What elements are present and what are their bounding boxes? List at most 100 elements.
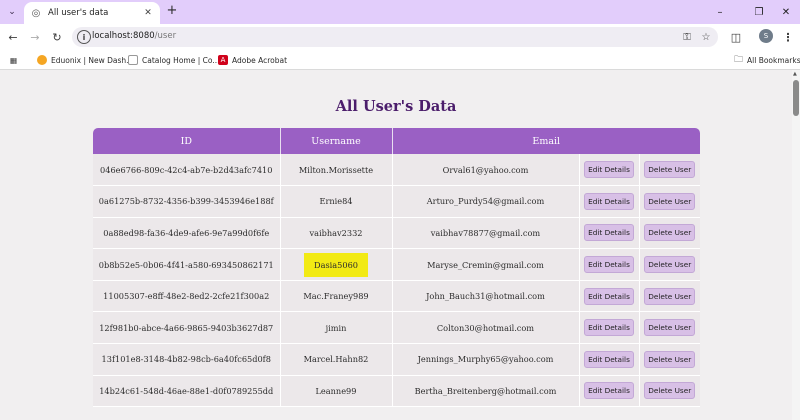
profile-avatar[interactable]: S — [759, 29, 773, 43]
cell-delete: Delete User — [639, 248, 701, 281]
table-row: 12f981b0-abce-4a66-9865-9403b3627d87 jimi… — [93, 311, 701, 345]
cell-username: jimin — [280, 311, 393, 345]
users-table: ID Username Email 046e6766-809c-42c4-ab7… — [93, 128, 701, 408]
table-header-row: ID Username Email — [93, 128, 701, 154]
cell-id: 0b8b52e5-0b06-4f41-a580-693450862171 — [93, 248, 281, 281]
cell-email: Colton30@hotmail.com — [392, 311, 580, 345]
cell-username: Milton.Morissette — [280, 154, 393, 187]
table-row: 14b24c61-548d-46ae-88e1-d0f0789255dd Lean… — [93, 375, 701, 408]
table-row: 13f101e8-3148-4b82-98cb-6a40fc65d0f8 Marc… — [93, 343, 701, 376]
new-tab-icon[interactable]: + — [164, 4, 180, 20]
cell-edit: Edit Details — [579, 154, 640, 187]
page-title: All User's Data — [335, 98, 457, 115]
cell-email: Jennings_Murphy65@yahoo.com — [392, 343, 580, 376]
back-icon[interactable]: ← — [4, 28, 22, 46]
reload-icon[interactable]: ↻ — [48, 28, 66, 46]
cell-edit: Edit Details — [579, 185, 640, 218]
edit-details-button[interactable]: Edit Details — [584, 382, 634, 400]
edit-details-button[interactable]: Edit Details — [584, 350, 634, 368]
bookmark-catalog[interactable]: Catalog Home | Co... — [128, 53, 219, 67]
page-content: All User's Data ID Username Email 046e67… — [0, 70, 792, 420]
table-row: 11005307-e8ff-48e2-8ed2-2cfe21f300a2 Mac.… — [93, 280, 701, 313]
edit-details-button[interactable]: Edit Details — [584, 256, 634, 274]
username-text: Milton.Morissette — [298, 164, 374, 175]
cell-edit: Edit Details — [579, 280, 640, 313]
bookmark-eduonix[interactable]: Eduonix | New Dash... — [37, 53, 133, 67]
all-bookmarks[interactable]: 🗀 All Bookmarks — [734, 53, 800, 67]
browser-tab[interactable]: ◎ All user's data ✕ — [24, 2, 160, 24]
scrollbar-thumb[interactable] — [793, 80, 799, 116]
eduonix-favicon-icon — [37, 55, 47, 65]
bookmark-star-icon[interactable]: ☆ — [699, 30, 713, 44]
cell-username: Dasia5060 — [280, 248, 393, 281]
delete-user-button[interactable]: Delete User — [644, 287, 696, 305]
cell-edit: Edit Details — [579, 375, 640, 408]
table-row: 046e6766-809c-42c4-ab7e-b2d43afc7410 Milt… — [93, 154, 701, 187]
url-text[interactable]: localhost:8080/user — [92, 31, 176, 41]
delete-user-button[interactable]: Delete User — [644, 256, 696, 274]
edit-details-button[interactable]: Edit Details — [584, 192, 634, 210]
forward-icon[interactable]: → — [26, 28, 44, 46]
apps-grid-icon[interactable]: ▦ — [10, 53, 17, 67]
column-header-id: ID — [93, 128, 281, 154]
cell-id: 14b24c61-548d-46ae-88e1-d0f0789255dd — [93, 375, 281, 408]
globe-icon: ◎ — [31, 7, 41, 19]
cell-id: 12f981b0-abce-4a66-9865-9403b3627d87 — [93, 311, 281, 345]
edit-details-button[interactable]: Edit Details — [584, 319, 634, 337]
site-info-icon[interactable]: i — [77, 30, 91, 44]
edit-details-button[interactable]: Edit Details — [584, 161, 634, 179]
delete-user-button[interactable]: Delete User — [644, 192, 696, 210]
close-tab-icon[interactable]: ✕ — [142, 8, 154, 18]
password-key-icon[interactable]: ⚿ — [680, 30, 694, 44]
cell-edit: Edit Details — [579, 311, 640, 345]
table-row: 0b8b52e5-0b06-4f41-a580-693450862171 Dasi… — [93, 248, 701, 281]
cell-delete: Delete User — [639, 311, 701, 345]
cell-email: vaibhav78877@gmail.com — [392, 217, 580, 250]
username-text: jimin — [325, 322, 347, 333]
cell-username: Leanne99 — [280, 375, 393, 408]
column-header-username: Username — [280, 128, 393, 154]
minimize-icon[interactable]: – — [706, 2, 734, 22]
delete-user-button[interactable]: Delete User — [644, 319, 696, 337]
page-scrollbar[interactable]: ▲ — [792, 70, 800, 420]
adobe-acrobat-icon: A — [218, 55, 228, 65]
cell-email: Arturo_Purdy54@gmail.com — [392, 185, 580, 218]
edit-details-button[interactable]: Edit Details — [584, 287, 634, 305]
address-bar[interactable]: i localhost:8080/user ⚿ ☆ — [72, 27, 718, 47]
restore-icon[interactable]: ❐ — [745, 2, 773, 22]
delete-user-button[interactable]: Delete User — [644, 161, 696, 179]
cell-delete: Delete User — [639, 343, 701, 376]
cell-email: John_Bauch31@hotmail.com — [392, 280, 580, 313]
extensions-icon[interactable]: ◫ — [727, 28, 745, 46]
tab-strip: ⌄ ◎ All user's data ✕ + – ❐ ✕ — [0, 0, 800, 24]
menu-kebab-icon[interactable]: ⋮ — [779, 28, 797, 46]
cell-email: Bertha_Breitenberg@hotmail.com — [392, 375, 580, 408]
cell-delete: Delete User — [639, 375, 701, 408]
cell-delete: Delete User — [639, 217, 701, 250]
tab-search-chevron-icon[interactable]: ⌄ — [4, 4, 20, 20]
edit-details-button[interactable]: Edit Details — [584, 224, 634, 242]
folder-icon: 🗀 — [734, 55, 744, 65]
bookmark-adobe[interactable]: A Adobe Acrobat — [218, 53, 287, 67]
cell-username: vaibhav2332 — [280, 217, 393, 250]
cell-id: 0a88ed98-fa36-4de9-afe6-9e7a99d0f6fe — [93, 217, 281, 250]
page-favicon-icon — [128, 55, 138, 65]
delete-user-button[interactable]: Delete User — [644, 382, 696, 400]
table-row: 0a61275b-8732-4356-b399-3453946e188f Erni… — [93, 185, 701, 218]
cell-id: 13f101e8-3148-4b82-98cb-6a40fc65d0f8 — [93, 343, 281, 376]
highlighted-username: Dasia5060 — [304, 252, 368, 277]
username-text: Ernie84 — [319, 196, 353, 207]
scroll-up-arrow-icon[interactable]: ▲ — [793, 71, 797, 77]
cell-id: 046e6766-809c-42c4-ab7e-b2d43afc7410 — [93, 154, 281, 187]
cell-email: Maryse_Cremin@gmail.com — [392, 248, 580, 281]
browser-toolbar: ← → ↻ i localhost:8080/user ⚿ ☆ ◫ ⋮ — [0, 24, 800, 50]
cell-username: Ernie84 — [280, 185, 393, 218]
delete-user-button[interactable]: Delete User — [644, 350, 696, 368]
window-close-icon[interactable]: ✕ — [772, 2, 800, 22]
column-header-email: Email — [392, 128, 701, 154]
cell-username: Mac.Franey989 — [280, 280, 393, 313]
username-text: Leanne99 — [315, 385, 357, 396]
delete-user-button[interactable]: Delete User — [644, 224, 696, 242]
cell-email: Orval61@yahoo.com — [392, 154, 580, 187]
cell-delete: Delete User — [639, 154, 701, 187]
